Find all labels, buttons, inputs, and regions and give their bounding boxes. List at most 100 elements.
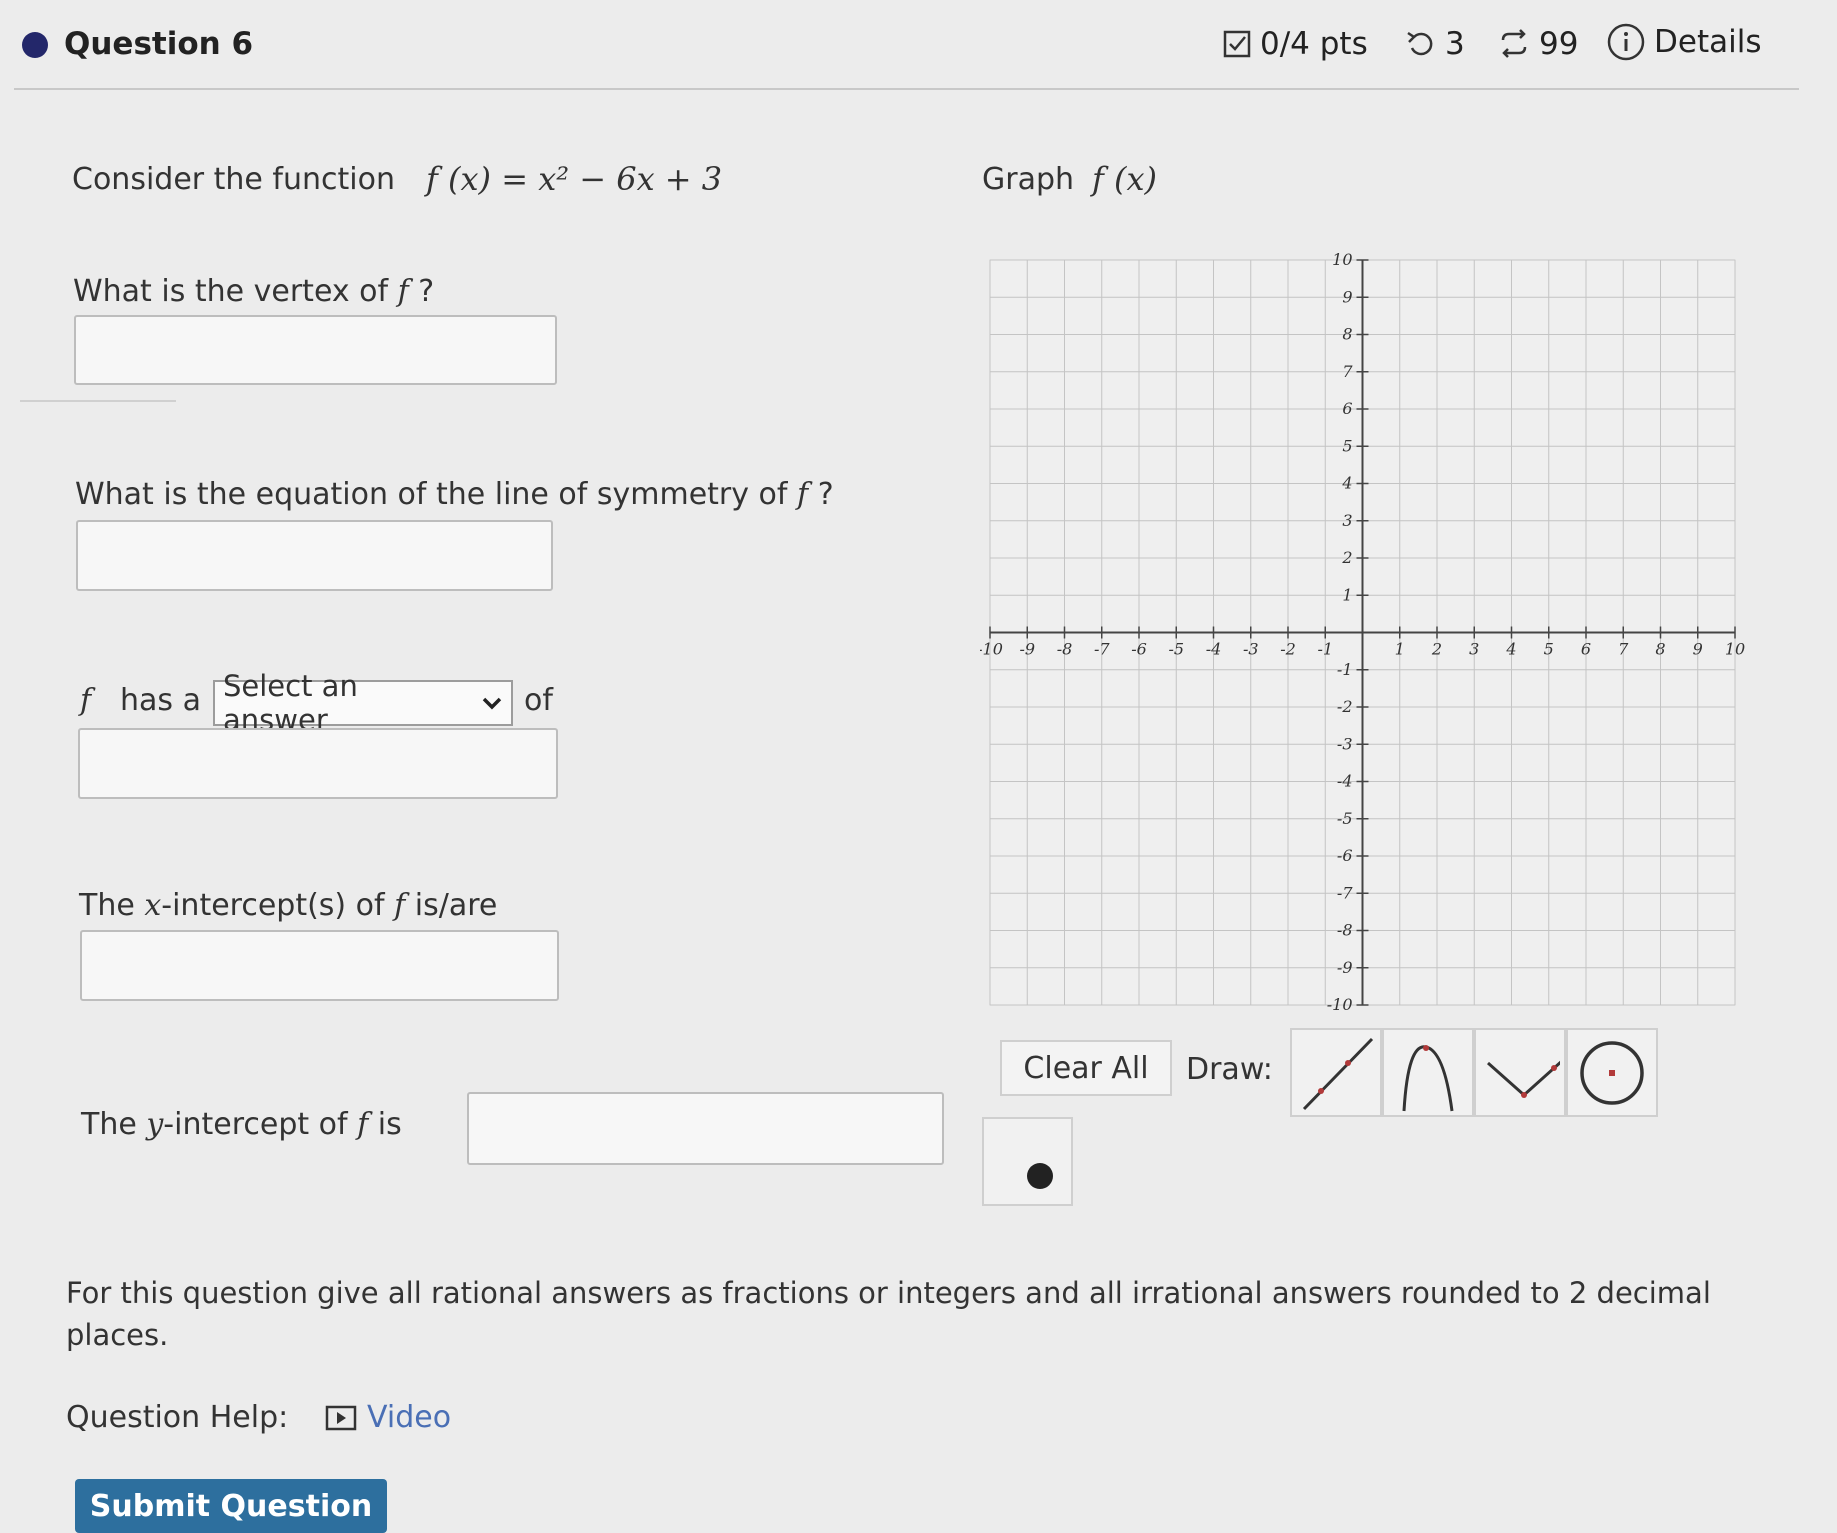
y-tick-label: -1	[1337, 660, 1353, 679]
vertex-question-fn: f	[397, 274, 409, 309]
x-tick-label: 8	[1655, 640, 1665, 659]
y-tick-label: 2	[1341, 548, 1352, 567]
video-icon	[325, 1405, 357, 1430]
undo-icon	[1407, 31, 1433, 56]
extremum-fn: f	[80, 683, 92, 718]
function-expression: f (x) = x² − 6x + 3	[426, 160, 723, 198]
symmetry-question-fn: f	[797, 477, 809, 512]
points-indicator: 0/4 pts	[1222, 26, 1368, 62]
repeat-icon	[1501, 29, 1527, 58]
x-tick-label: -5	[1168, 640, 1184, 659]
info-icon	[1607, 23, 1645, 61]
details-link[interactable]: Details	[1606, 22, 1761, 62]
x-tick-label: 3	[1469, 640, 1479, 659]
video-link[interactable]: Video	[325, 1400, 451, 1435]
extremum-of: of	[524, 683, 553, 718]
symmetry-question-text: What is the equation of the line of symm…	[75, 477, 788, 512]
y-tick-label: -10	[1327, 995, 1353, 1014]
x-intercept-tail: is/are	[414, 888, 498, 923]
header-divider	[14, 88, 1799, 90]
graph-function: f (x)	[1092, 160, 1158, 198]
line-tool-icon	[1302, 1037, 1374, 1110]
points-text: 0/4 pts	[1260, 26, 1368, 62]
clear-all-button[interactable]: Clear All	[1000, 1040, 1172, 1096]
y-tick-label: -7	[1337, 883, 1353, 902]
y-intercept-var: y	[146, 1107, 164, 1142]
x-tick-label: -9	[1019, 640, 1035, 659]
y-tick-label: -9	[1337, 958, 1353, 977]
chevron-down-icon	[482, 697, 502, 710]
point-tool-button[interactable]	[982, 1117, 1073, 1206]
x-intercept-pre: The	[79, 888, 135, 923]
graph-label: Graph	[982, 162, 1075, 197]
extremum-select[interactable]: Select an answer	[213, 669, 513, 737]
attempts-count: 99	[1539, 26, 1579, 62]
symmetry-input[interactable]	[76, 520, 553, 591]
symmetry-question-tail: ?	[817, 477, 834, 512]
x-tick-label: 6	[1581, 640, 1591, 659]
x-intercept-var: x	[144, 888, 162, 923]
submit-question-button[interactable]: Submit Question	[75, 1479, 387, 1533]
x-tick-label: -2	[1280, 640, 1296, 659]
x-intercept-fn: f	[394, 888, 406, 923]
x-tick-label: 10	[1725, 640, 1745, 659]
x-tick-label: 4	[1505, 640, 1516, 659]
circle-tool-icon	[1580, 1040, 1644, 1105]
y-intercept-mid: -intercept of	[163, 1107, 348, 1142]
parabola-up-tool-button[interactable]	[1474, 1028, 1566, 1117]
y-tick-label: 5	[1342, 436, 1352, 455]
retries-indicator: 3	[1405, 26, 1465, 62]
y-tick-label: -6	[1337, 846, 1353, 865]
question-status-dot	[22, 32, 48, 58]
coordinate-graph[interactable]: -10 -9 -8 -7 -6 -5 -4 -3 -2 -1 1 2 3 4 5 6 7 8 9 10 10 9 8 7 6 5 4…	[980, 250, 1750, 1020]
y-tick-label: 10	[1332, 250, 1352, 269]
y-intercept-input[interactable]	[467, 1092, 944, 1165]
instructions-text: For this question give all rational answ…	[66, 1276, 1711, 1352]
y-tick-label: -5	[1337, 809, 1353, 828]
y-tick-label: -3	[1337, 734, 1353, 753]
extremum-select-value: Select an answer	[223, 669, 358, 737]
prompt-intro: Consider the function	[72, 162, 395, 197]
parabola-down-tool-button[interactable]	[1382, 1028, 1474, 1117]
y-tick-label: -4	[1337, 772, 1353, 791]
x-tick-label: -1	[1317, 640, 1333, 659]
point-tool-icon	[1026, 1162, 1053, 1189]
x-tick-label: -10	[980, 640, 1003, 659]
x-tick-label: 5	[1544, 640, 1554, 659]
x-tick-label: -4	[1206, 640, 1222, 659]
y-tick-label: 4	[1341, 474, 1352, 493]
parabola-up-tool-icon	[1487, 1060, 1560, 1098]
x-tick-label: 7	[1618, 640, 1629, 659]
y-intercept-fn: f	[357, 1107, 369, 1142]
x-intercept-question: The x-intercept(s) of f is/are	[79, 888, 497, 923]
vertex-input[interactable]	[74, 315, 557, 385]
extremum-has-a: has a	[120, 683, 201, 718]
x-tick-label: -7	[1094, 640, 1110, 659]
y-tick-label: 7	[1342, 362, 1353, 381]
y-tick-label: -2	[1337, 697, 1353, 716]
extremum-input[interactable]	[78, 728, 558, 799]
x-intercept-input[interactable]	[80, 930, 559, 1001]
section-divider	[20, 400, 176, 402]
video-label: Video	[367, 1400, 452, 1435]
x-intercept-mid: -intercept(s) of	[161, 888, 385, 923]
vertex-question: What is the vertex of f ?	[73, 274, 434, 309]
details-label: Details	[1654, 24, 1762, 60]
question-help-label: Question Help:	[66, 1400, 289, 1435]
y-intercept-pre: The	[81, 1107, 137, 1142]
retries-count: 3	[1445, 26, 1465, 62]
question-title: Question 6	[64, 26, 254, 62]
y-intercept-tail: is	[377, 1107, 402, 1142]
checkbox-icon	[1223, 30, 1251, 58]
y-tick-label: 8	[1342, 325, 1352, 344]
y-tick-label: 9	[1342, 287, 1352, 306]
x-tick-label: 9	[1693, 640, 1703, 659]
x-tick-label: 2	[1431, 640, 1442, 659]
circle-tool-button[interactable]	[1566, 1028, 1658, 1117]
y-tick-label: 1	[1342, 585, 1352, 604]
vertex-question-text: What is the vertex of	[73, 274, 389, 309]
y-tick-label: 3	[1342, 511, 1352, 530]
line-tool-button[interactable]	[1290, 1028, 1382, 1117]
y-tick-label: -8	[1337, 921, 1353, 940]
x-tick-label: -8	[1057, 640, 1073, 659]
